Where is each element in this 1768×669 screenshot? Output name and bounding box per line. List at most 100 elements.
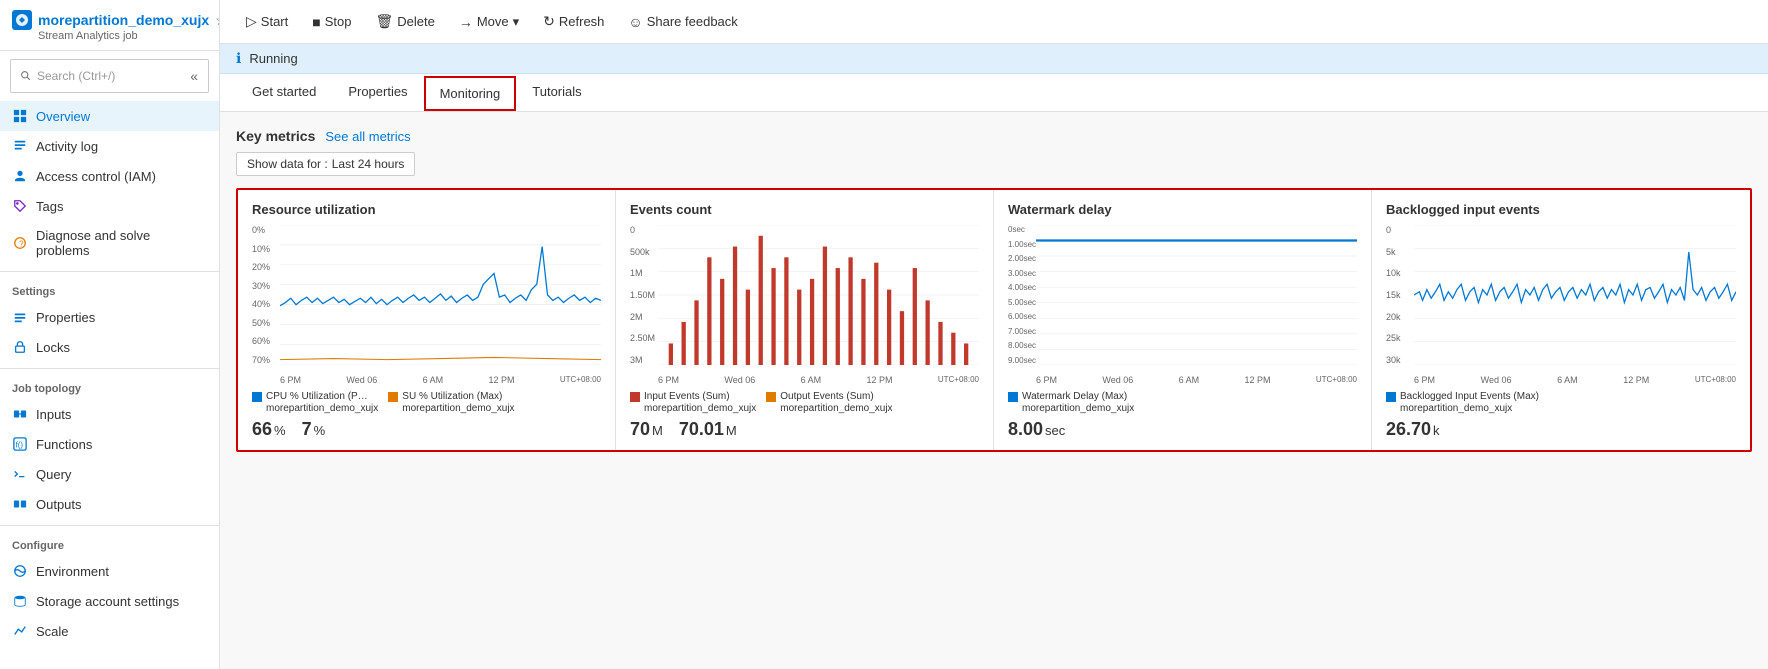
sidebar-item-activity-log[interactable]: Activity log: [0, 131, 219, 161]
legend-color-watermark: [1008, 392, 1018, 402]
legend-color-su: [388, 392, 398, 402]
properties-icon: [12, 309, 28, 325]
sidebar-item-query[interactable]: Query: [0, 459, 219, 489]
sidebar-item-properties[interactable]: Properties: [0, 302, 219, 332]
storage-icon: [12, 593, 28, 609]
x-labels: 6 PMWed 066 AM12 PMUTC+08:00: [658, 375, 979, 385]
move-button[interactable]: → Move ▾: [449, 9, 529, 35]
data-filter[interactable]: Show data for : Last 24 hours: [236, 152, 415, 176]
chart-legend: Input Events (Sum)morepartition_demo_xuj…: [630, 391, 979, 415]
sidebar-item-label: Storage account settings: [36, 594, 179, 609]
settings-section-label: Settings: [0, 278, 219, 302]
sidebar-item-inputs[interactable]: Inputs: [0, 399, 219, 429]
share-feedback-button[interactable]: ☺ Share feedback: [618, 9, 747, 35]
tab-tutorials[interactable]: Tutorials: [516, 74, 597, 111]
sidebar-item-overview[interactable]: Overview: [0, 101, 219, 131]
see-all-metrics-link[interactable]: See all metrics: [325, 129, 410, 144]
svg-text:f(): f(): [16, 441, 24, 450]
legend-color-backlogged: [1386, 392, 1396, 402]
sidebar-item-functions[interactable]: f() Functions: [0, 429, 219, 459]
sidebar: morepartition_demo_xujx ☆ ··· Stream Ana…: [0, 0, 220, 669]
legend-watermark: Watermark Delay (Max)morepartition_demo_…: [1008, 391, 1134, 415]
legend-cpu: CPU % Utilization (P…morepartition_demo_…: [252, 391, 378, 415]
delete-icon: 🗑: [375, 13, 393, 30]
sidebar-item-outputs[interactable]: Outputs: [0, 489, 219, 519]
sidebar-item-storage-account[interactable]: Storage account settings: [0, 586, 219, 616]
chart-backlogged-input: Backlogged input events 30k25k20k15k10k5…: [1372, 190, 1750, 450]
search-box[interactable]: «: [10, 59, 209, 93]
sidebar-item-label: Tags: [36, 199, 63, 214]
inputs-icon: [12, 406, 28, 422]
stop-button[interactable]: ■ Stop: [302, 9, 361, 35]
svg-text:?: ?: [19, 240, 24, 249]
sidebar-item-label: Inputs: [36, 407, 71, 422]
sidebar-item-label: Overview: [36, 109, 90, 124]
x-labels: 6 PMWed 066 AM12 PMUTC+08:00: [1036, 375, 1357, 385]
sidebar-item-iam[interactable]: Access control (IAM): [0, 161, 219, 191]
collapse-icon[interactable]: «: [190, 68, 198, 84]
y-labels: 30k25k20k15k10k5k0: [1386, 225, 1401, 365]
chart-watermark-delay: Watermark delay 9.00sec8.00sec7.00sec6.0…: [994, 190, 1372, 450]
chart-legend: Backlogged Input Events (Max)morepartiti…: [1386, 391, 1736, 415]
y-labels: 70%60%50%40%30%20%10%0%: [252, 225, 270, 365]
chart-area-backlogged: 30k25k20k15k10k5k0: [1386, 225, 1736, 385]
chart-footer: Backlogged Input Events (Max)morepartiti…: [1386, 391, 1736, 440]
sidebar-item-label: Access control (IAM): [36, 169, 156, 184]
sidebar-item-diagnose[interactable]: ? Diagnose and solve problems: [0, 221, 219, 265]
chart-inner: [1036, 225, 1357, 365]
tab-properties[interactable]: Properties: [332, 74, 423, 111]
app-subtitle: Stream Analytics job: [12, 30, 207, 42]
feedback-icon: ☺: [628, 14, 642, 30]
chart-title: Resource utilization: [252, 202, 601, 217]
sidebar-item-label: Outputs: [36, 497, 82, 512]
sidebar-item-scale[interactable]: Scale: [0, 616, 219, 646]
sidebar-item-environment[interactable]: Environment: [0, 556, 219, 586]
value-backlogged: 26.70 k: [1386, 419, 1440, 440]
chart-values: 66 % 7 %: [252, 419, 601, 440]
key-metrics-header: Key metrics See all metrics: [236, 128, 1752, 144]
search-input[interactable]: [37, 69, 184, 83]
filter-value: Last 24 hours: [332, 157, 405, 171]
sidebar-item-label: Diagnose and solve problems: [36, 228, 207, 258]
legend-backlogged: Backlogged Input Events (Max)morepartiti…: [1386, 391, 1539, 415]
x-labels: 6 PMWed 066 AM12 PMUTC+08:00: [280, 375, 601, 385]
tabs-bar: Get started Properties Monitoring Tutori…: [220, 74, 1768, 112]
query-icon: [12, 466, 28, 482]
overview-icon: [12, 108, 28, 124]
chart-footer: CPU % Utilization (P…morepartition_demo_…: [252, 391, 601, 440]
start-button[interactable]: ▷ Start: [236, 8, 298, 35]
value-watermark: 8.00 sec: [1008, 419, 1065, 440]
chart-legend: Watermark Delay (Max)morepartition_demo_…: [1008, 391, 1357, 415]
value-input: 70 M: [630, 419, 663, 440]
chart-title: Backlogged input events: [1386, 202, 1736, 217]
charts-grid: Resource utilization 70%60%50%40%30%20%1…: [236, 188, 1752, 452]
sidebar-item-label: Functions: [36, 437, 92, 452]
refresh-button[interactable]: ↻ Refresh: [533, 8, 614, 35]
value-cpu: 66 %: [252, 419, 286, 440]
legend-color-cpu: [252, 392, 262, 402]
legend-color-output: [766, 392, 776, 402]
sidebar-item-label: Environment: [36, 564, 109, 579]
app-title: morepartition_demo_xujx: [38, 12, 209, 28]
sidebar-item-tags[interactable]: Tags: [0, 191, 219, 221]
start-icon: ▷: [246, 13, 257, 30]
chart-area-events: 3M2.50M2M1.50M1M500k0: [630, 225, 979, 385]
tab-monitoring[interactable]: Monitoring: [424, 76, 517, 111]
sidebar-item-locks[interactable]: Locks: [0, 332, 219, 362]
delete-button[interactable]: 🗑 Delete: [365, 8, 444, 35]
chart-resource-utilization: Resource utilization 70%60%50%40%30%20%1…: [238, 190, 616, 450]
value-output: 70.01 M: [679, 419, 737, 440]
chart-title: Events count: [630, 202, 979, 217]
functions-icon: f(): [12, 436, 28, 452]
environment-icon: [12, 563, 28, 579]
chart-values: 70 M 70.01 M: [630, 419, 979, 440]
legend-su: SU % Utilization (Max)morepartition_demo…: [388, 391, 514, 415]
iam-icon: [12, 168, 28, 184]
chart-footer: Input Events (Sum)morepartition_demo_xuj…: [630, 391, 979, 440]
chart-events-count: Events count 3M2.50M2M1.50M1M500k0: [616, 190, 994, 450]
legend-color-input: [630, 392, 640, 402]
key-metrics-title: Key metrics: [236, 128, 315, 144]
tab-get-started[interactable]: Get started: [236, 74, 332, 111]
y-labels: 3M2.50M2M1.50M1M500k0: [630, 225, 655, 365]
chart-inner: [1414, 225, 1736, 365]
